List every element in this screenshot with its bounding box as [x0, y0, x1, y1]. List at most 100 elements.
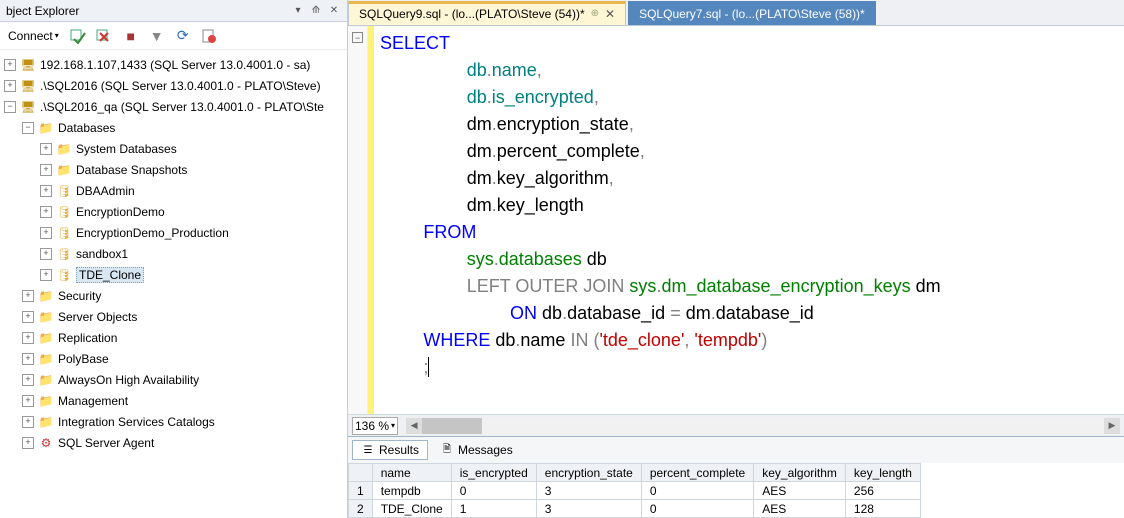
- cell[interactable]: tempdb: [372, 482, 451, 500]
- zoom-dropdown[interactable]: 136 % ▾: [352, 417, 398, 435]
- collapse-region-icon[interactable]: −: [352, 32, 363, 43]
- system-databases-node[interactable]: +📁System Databases: [0, 138, 347, 159]
- db-node-2[interactable]: +🛢EncryptionDemo_Production: [0, 222, 347, 243]
- server-icon: 🖥: [20, 57, 36, 73]
- tab-inactive[interactable]: SQLQuery7.sql - (lo...(PLATO\Steve (58))…: [628, 1, 876, 25]
- tab-active-label: SQLQuery9.sql - (lo...(PLATO\Steve (54))…: [359, 7, 585, 21]
- databases-node[interactable]: −📁Databases: [0, 117, 347, 138]
- database-icon: 🛢: [56, 225, 72, 241]
- pin-icon[interactable]: ⟰: [309, 4, 323, 18]
- code-editor[interactable]: − SELECT db.name, db.is_encrypted, dm.en…: [348, 26, 1124, 414]
- snapshots-node[interactable]: +📁Database Snapshots: [0, 159, 347, 180]
- cell[interactable]: 256: [845, 482, 920, 500]
- connect-button[interactable]: Connect▾: [4, 27, 63, 45]
- folder-icon: 📁: [38, 330, 54, 346]
- cell[interactable]: 3: [536, 482, 641, 500]
- database-icon: 🛢: [56, 246, 72, 262]
- col-key-length[interactable]: key_length: [845, 464, 920, 482]
- results-row-2[interactable]: 2 TDE_Clone 1 3 0 AES 128: [349, 500, 921, 518]
- messages-icon: 🗎: [440, 443, 454, 457]
- cell[interactable]: TDE_Clone: [372, 500, 451, 518]
- rownum-cell: 2: [349, 500, 373, 518]
- zoom-value: 136 %: [355, 419, 389, 433]
- folder-polybase[interactable]: +📁PolyBase: [0, 348, 347, 369]
- db-node-0[interactable]: +🛢DBAAdmin: [0, 180, 347, 201]
- rownum-header: [349, 464, 373, 482]
- results-tab[interactable]: ☰ Results: [352, 440, 428, 460]
- object-explorer-title: bject Explorer: [6, 4, 79, 18]
- pin-icon[interactable]: ⊕: [591, 8, 599, 19]
- database-icon: 🛢: [56, 204, 72, 220]
- cell[interactable]: 0: [641, 482, 753, 500]
- db-node-3[interactable]: +🛢sandbox1: [0, 243, 347, 264]
- folder-icon: 📁: [56, 141, 72, 157]
- sql-server-agent-node[interactable]: +⚙SQL Server Agent: [0, 432, 347, 453]
- server-node-1[interactable]: +🖥.\SQL2016 (SQL Server 13.0.4001.0 - PL…: [0, 75, 347, 96]
- scroll-thumb[interactable]: [422, 418, 482, 434]
- chevron-down-icon: ▾: [391, 421, 395, 430]
- tab-inactive-label: SQLQuery7.sql - (lo...(PLATO\Steve (58))…: [639, 7, 865, 21]
- server-node-2[interactable]: −🖥.\SQL2016_qa (SQL Server 13.0.4001.0 -…: [0, 96, 347, 117]
- grid-icon: ☰: [361, 443, 375, 457]
- col-is-encrypted[interactable]: is_encrypted: [451, 464, 536, 482]
- outline-margin: −: [348, 26, 368, 414]
- cell[interactable]: 0: [641, 500, 753, 518]
- results-header-row: name is_encrypted encryption_state perce…: [349, 464, 921, 482]
- folder-icon: 📁: [38, 414, 54, 430]
- script-icon[interactable]: [199, 26, 219, 46]
- db-node-4[interactable]: +🛢TDE_Clone: [0, 264, 347, 285]
- server-node-0[interactable]: +🖥192.168.1.107,1433 (SQL Server 13.0.40…: [0, 54, 347, 75]
- folder-alwayson[interactable]: +📁AlwaysOn High Availability: [0, 369, 347, 390]
- stop-icon[interactable]: ■: [121, 26, 141, 46]
- refresh-icon[interactable]: ⟳: [173, 26, 193, 46]
- results-panel: ☰ Results 🗎 Messages name is_encrypted e…: [348, 436, 1124, 518]
- col-key-algorithm[interactable]: key_algorithm: [754, 464, 846, 482]
- text-caret: [428, 357, 429, 377]
- results-row-1[interactable]: 1 tempdb 0 3 0 AES 256: [349, 482, 921, 500]
- cell[interactable]: AES: [754, 500, 846, 518]
- cell[interactable]: 1: [451, 500, 536, 518]
- col-encryption-state[interactable]: encryption_state: [536, 464, 641, 482]
- explorer-tree[interactable]: +🖥192.168.1.107,1433 (SQL Server 13.0.40…: [0, 50, 347, 518]
- scroll-left-icon[interactable]: ◀: [406, 418, 422, 434]
- filter-icon[interactable]: ▼: [147, 26, 167, 46]
- disconnect-server-icon[interactable]: [95, 26, 115, 46]
- folder-security[interactable]: +📁Security: [0, 285, 347, 306]
- scroll-right-icon[interactable]: ▶: [1104, 418, 1120, 434]
- explorer-toolbar: Connect▾ ■ ▼ ⟳: [0, 22, 347, 50]
- col-percent-complete[interactable]: percent_complete: [641, 464, 753, 482]
- cell[interactable]: 3: [536, 500, 641, 518]
- cell[interactable]: 0: [451, 482, 536, 500]
- col-name[interactable]: name: [372, 464, 451, 482]
- editor-panel: SQLQuery9.sql - (lo...(PLATO\Steve (54))…: [348, 0, 1124, 518]
- code-text[interactable]: SELECT db.name, db.is_encrypted, dm.encr…: [374, 26, 1124, 414]
- cell[interactable]: 128: [845, 500, 920, 518]
- db-node-1[interactable]: +🛢EncryptionDemo: [0, 201, 347, 222]
- database-icon: 🛢: [56, 267, 72, 283]
- folder-replication[interactable]: +📁Replication: [0, 327, 347, 348]
- document-tabs: SQLQuery9.sql - (lo...(PLATO\Steve (54))…: [348, 0, 1124, 26]
- object-explorer-panel: bject Explorer ▾ ⟰ ✕ Connect▾ ■ ▼ ⟳ +🖥19…: [0, 0, 348, 518]
- database-icon: 🛢: [56, 183, 72, 199]
- connect-server-icon[interactable]: [69, 26, 89, 46]
- folder-icon: 📁: [56, 162, 72, 178]
- results-grid[interactable]: name is_encrypted encryption_state perce…: [348, 463, 1124, 518]
- horizontal-scrollbar[interactable]: ◀ ▶: [406, 418, 1120, 434]
- rownum-cell: 1: [349, 482, 373, 500]
- close-icon[interactable]: ✕: [605, 7, 615, 21]
- server-icon: 🖥: [20, 78, 36, 94]
- object-explorer-titlebar: bject Explorer ▾ ⟰ ✕: [0, 0, 347, 22]
- zoom-bar: 136 % ▾ ◀ ▶: [348, 414, 1124, 436]
- cell[interactable]: AES: [754, 482, 846, 500]
- tab-active[interactable]: SQLQuery9.sql - (lo...(PLATO\Steve (54))…: [348, 1, 626, 25]
- close-icon[interactable]: ✕: [327, 4, 341, 18]
- messages-tab[interactable]: 🗎 Messages: [432, 441, 521, 459]
- folder-management[interactable]: +📁Management: [0, 390, 347, 411]
- folder-icon: 📁: [38, 120, 54, 136]
- folder-server-objects[interactable]: +📁Server Objects: [0, 306, 347, 327]
- folder-issc[interactable]: +📁Integration Services Catalogs: [0, 411, 347, 432]
- folder-icon: 📁: [38, 309, 54, 325]
- folder-icon: 📁: [38, 372, 54, 388]
- dropdown-icon[interactable]: ▾: [291, 4, 305, 18]
- results-tabstrip: ☰ Results 🗎 Messages: [348, 437, 1124, 463]
